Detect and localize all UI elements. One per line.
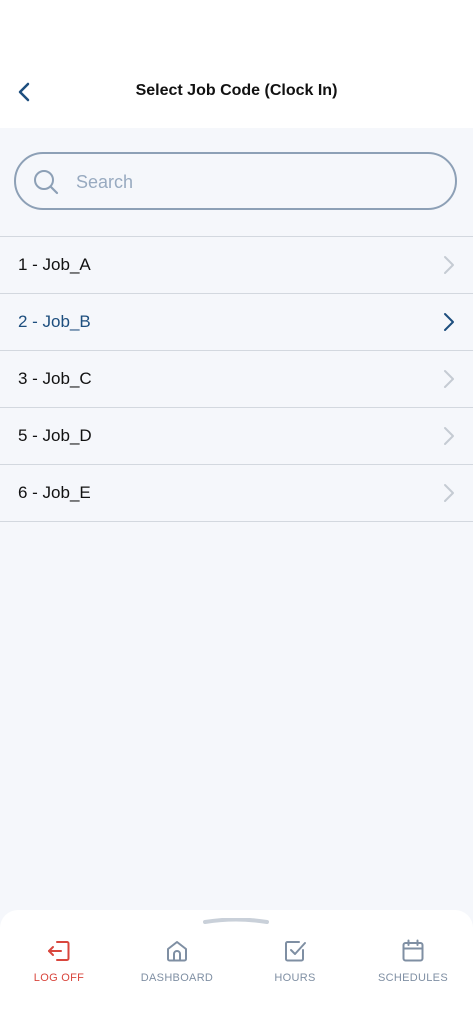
search-section [0, 128, 473, 236]
calendar-icon [402, 939, 424, 962]
bottom-nav-bar: LOG OFF DASHBOARD HOURS SCHEDULES [0, 910, 473, 1024]
page-title: Select Job Code (Clock In) [135, 82, 338, 99]
list-item[interactable]: 5 - Job_D [0, 408, 473, 465]
nav-log-off[interactable]: LOG OFF [0, 938, 118, 998]
list-item[interactable]: 1 - Job_A [0, 237, 473, 294]
list-item-label: 2 - Job_B [18, 312, 91, 331]
chevron-right-icon [444, 256, 454, 274]
search-input[interactable] [74, 164, 438, 200]
nav-hours[interactable]: HOURS [236, 938, 354, 998]
chevron-right-icon [444, 484, 454, 502]
list-item-label: 3 - Job_C [18, 369, 92, 388]
nav-schedules[interactable]: SCHEDULES [354, 938, 472, 998]
nav-dashboard[interactable]: DASHBOARD [118, 938, 236, 998]
nav-label: LOG OFF [33, 972, 85, 984]
chevron-right-icon [444, 370, 454, 388]
list-item-label: 1 - Job_A [18, 255, 91, 274]
list-item-label: 6 - Job_E [18, 483, 91, 502]
drag-handle[interactable] [202, 918, 270, 924]
list-item[interactable]: 6 - Job_E [0, 465, 473, 522]
top-header: Select Job Code (Clock In) [0, 0, 473, 128]
list-item[interactable]: 2 - Job_B [0, 294, 473, 351]
nav-label: SCHEDULES [378, 972, 448, 984]
chevron-right-icon [444, 313, 454, 331]
checkbox-icon [285, 941, 306, 962]
nav-label: DASHBOARD [140, 972, 214, 984]
chevron-right-icon [444, 427, 454, 445]
job-code-list: 1 - Job_A 2 - Job_B 3 - Job_C 5 - Job_D … [0, 236, 473, 522]
logout-icon [48, 941, 70, 961]
search-box[interactable] [14, 152, 457, 210]
list-item[interactable]: 3 - Job_C [0, 351, 473, 408]
search-icon [34, 170, 59, 195]
nav-label: HOURS [274, 972, 316, 984]
list-item-label: 5 - Job_D [18, 426, 92, 445]
home-icon [167, 941, 187, 962]
